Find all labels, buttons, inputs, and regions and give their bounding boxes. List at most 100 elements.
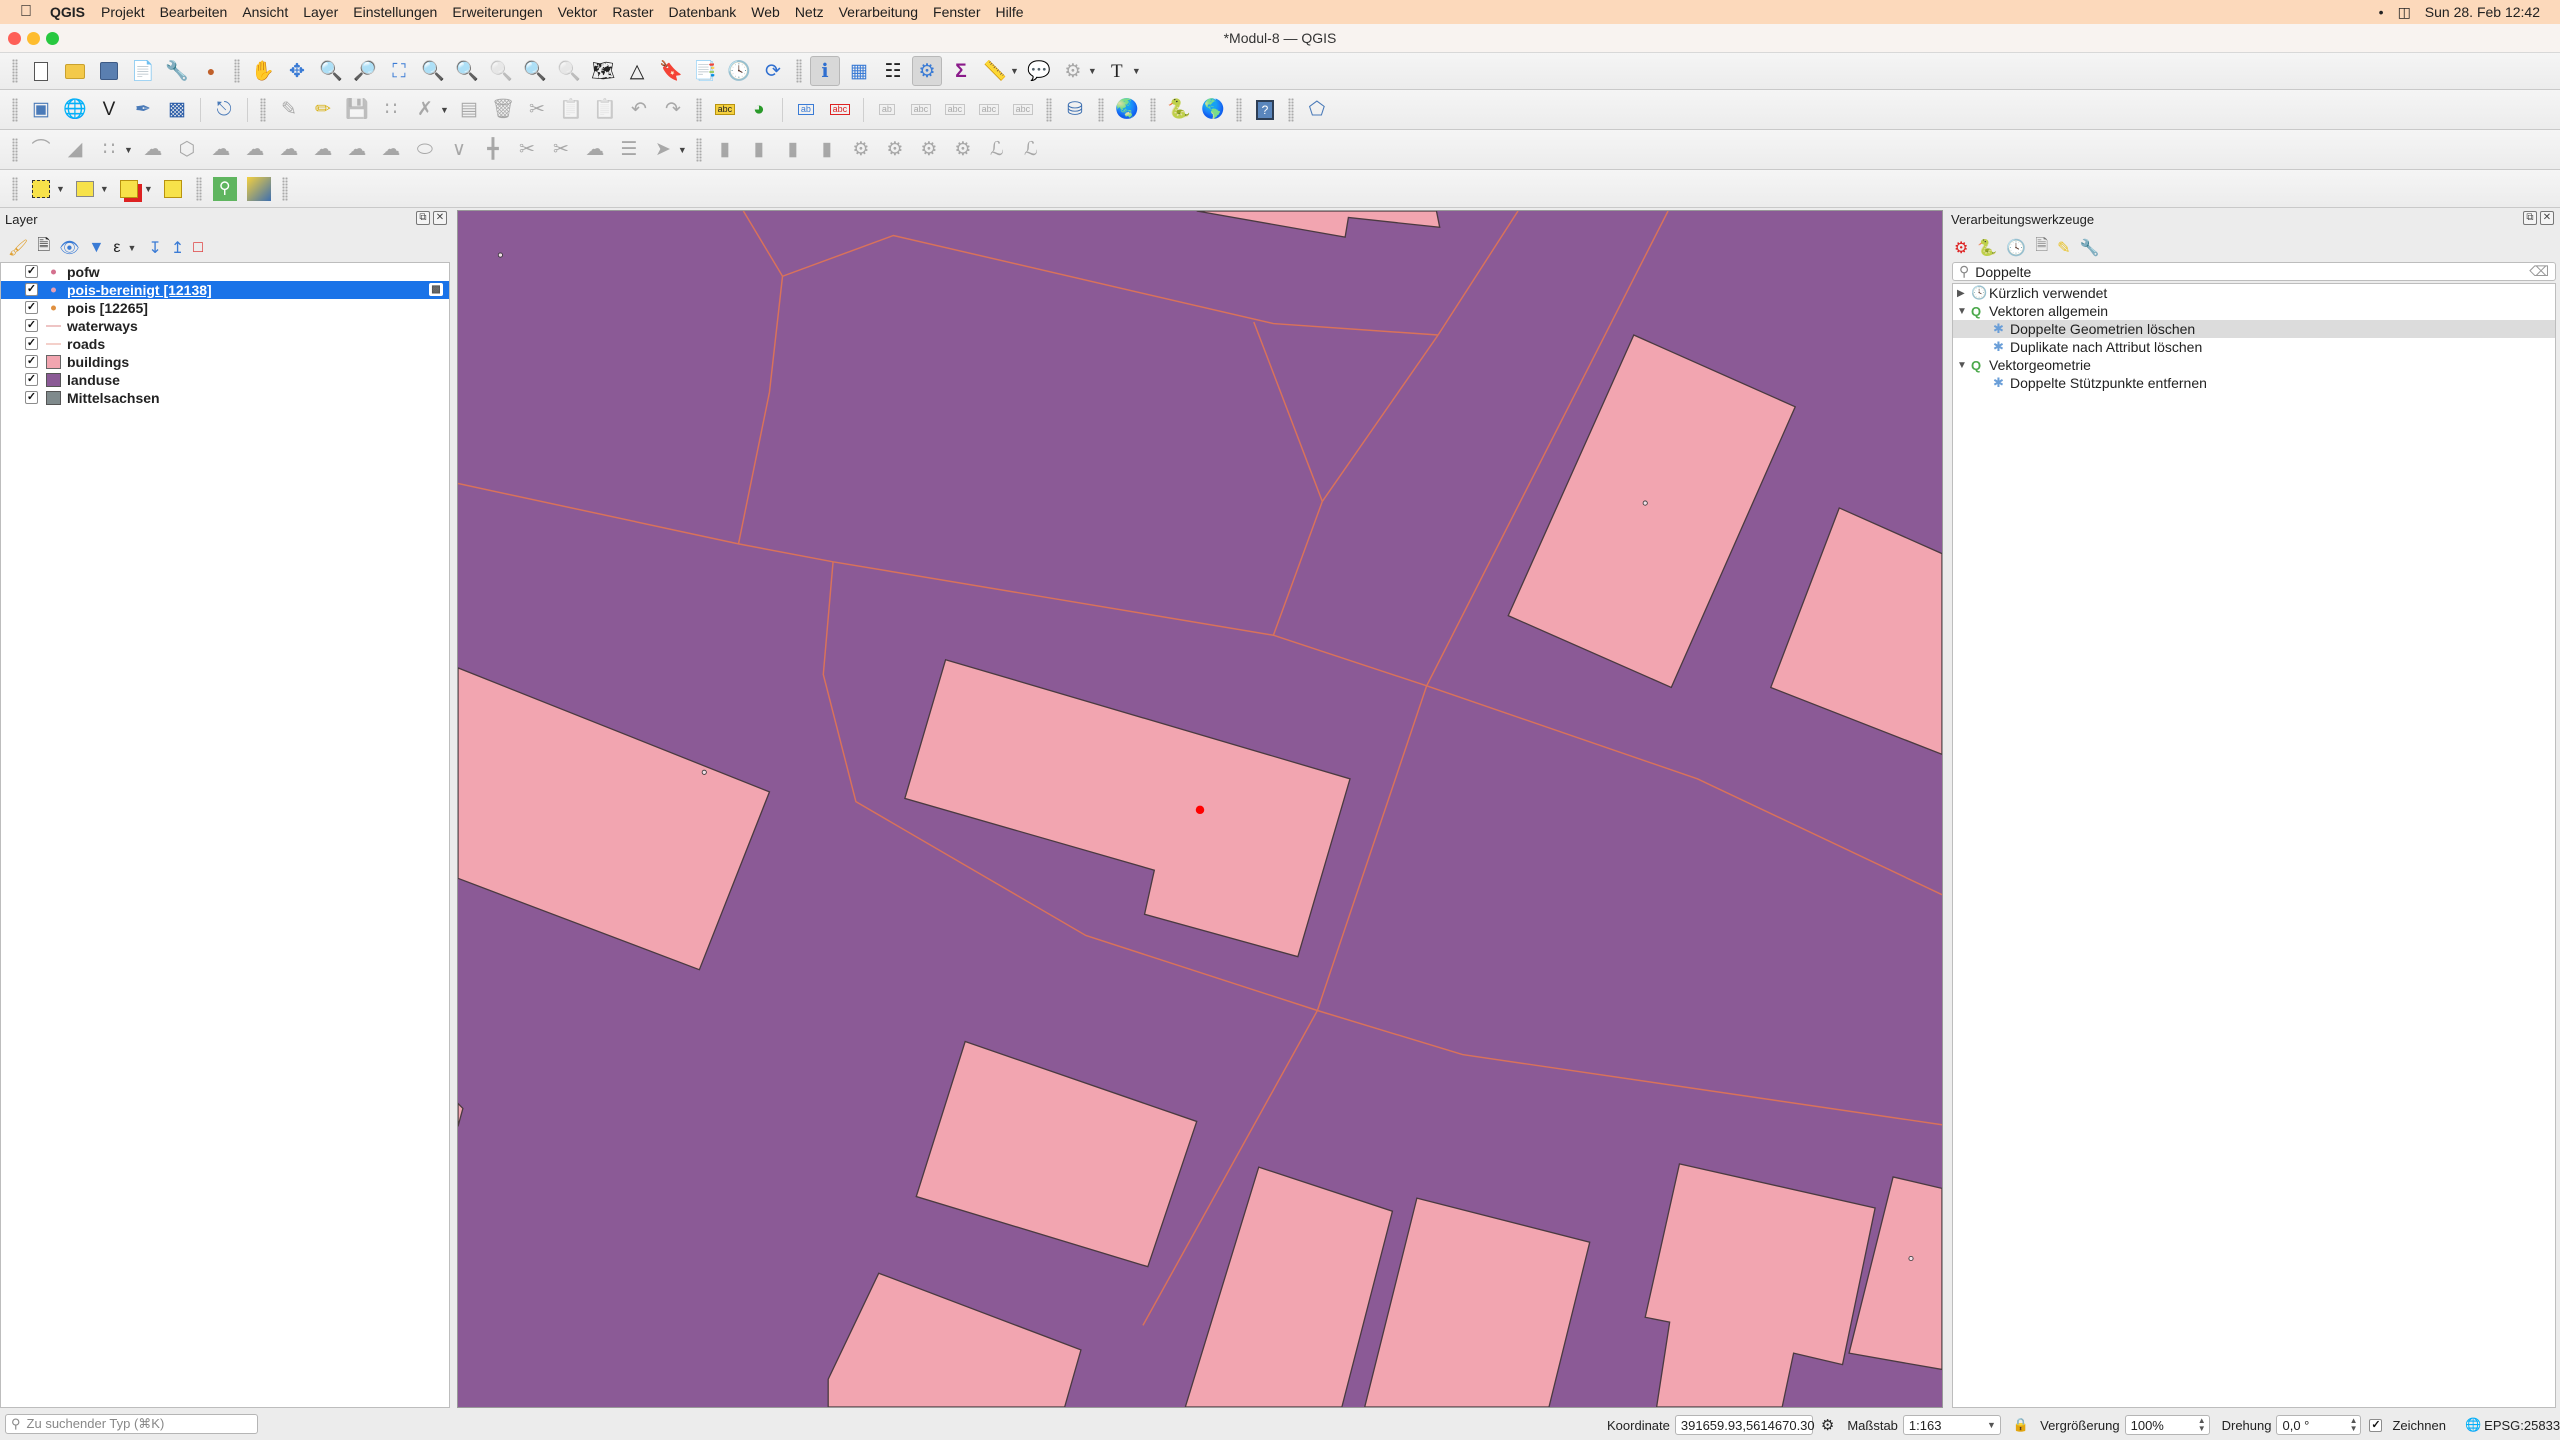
- cut-features-icon[interactable]: ✂: [522, 95, 552, 125]
- osm-place-search-icon[interactable]: 🌎: [1198, 95, 1228, 125]
- tree-item-delete-duplicates-by-attribute[interactable]: ✱ Duplikate nach Attribut löschen: [1953, 338, 2555, 356]
- lock-scale-icon[interactable]: 🔒: [2013, 1417, 2029, 1433]
- expand-arrow-icon[interactable]: ▶: [1957, 288, 1965, 299]
- toolbar-grip[interactable]: [695, 97, 702, 122]
- select-by-value-icon[interactable]: [70, 174, 100, 204]
- scripts-icon[interactable]: 🐍: [1977, 238, 1997, 258]
- shape-digitizing-icon[interactable]: ▮: [778, 135, 808, 165]
- dropdown-arrow-icon[interactable]: ▼: [144, 184, 153, 194]
- copy-features-icon[interactable]: 📋: [556, 95, 586, 125]
- change-label-icon[interactable]: abc: [1008, 95, 1038, 125]
- topology-checker-icon[interactable]: ⬠: [1302, 95, 1332, 125]
- toolbar-grip[interactable]: [195, 176, 202, 201]
- text-annotation-icon[interactable]: T: [1102, 56, 1132, 86]
- toolbar-grip[interactable]: [12, 137, 18, 162]
- layer-row-pois[interactable]: ✓ pois [12265]: [1, 299, 449, 317]
- layer-visibility-checkbox[interactable]: ✓: [25, 355, 38, 368]
- locator-search-icon[interactable]: ⚲: [210, 174, 240, 204]
- toolbar-grip[interactable]: [1045, 97, 1052, 122]
- menu-einstellungen[interactable]: Einstellungen: [353, 4, 437, 20]
- add-ring-icon[interactable]: ☁: [206, 135, 236, 165]
- redo-icon[interactable]: ↷: [658, 95, 688, 125]
- add-group-icon[interactable]: 🗎: [37, 234, 50, 261]
- merge-attributes-icon[interactable]: ☰: [614, 135, 644, 165]
- rectangle-digitizing-icon[interactable]: ⚙: [880, 135, 910, 165]
- collapse-arrow-icon[interactable]: ▼: [1957, 360, 1967, 371]
- pin-labels-icon[interactable]: ab: [872, 95, 902, 125]
- close-panel-icon[interactable]: ✕: [433, 211, 447, 225]
- locator-search-input[interactable]: ⚲ Zu suchender Typ (⌘K): [5, 1414, 258, 1434]
- filter-by-expression-icon[interactable]: ε: [113, 239, 120, 257]
- show-hide-labels-icon[interactable]: abc: [906, 95, 936, 125]
- simplify-feature-icon[interactable]: ⬡: [172, 135, 202, 165]
- db-manager-icon[interactable]: ⛁: [1060, 95, 1090, 125]
- manage-map-themes-icon[interactable]: 👁: [59, 238, 79, 258]
- zoom-full-icon[interactable]: ⛶: [384, 56, 414, 86]
- current-edits-icon[interactable]: ✎: [274, 95, 304, 125]
- menu-layer[interactable]: Layer: [303, 4, 338, 20]
- zoom-in-icon[interactable]: 🔍: [316, 56, 346, 86]
- filter-legend-icon[interactable]: ▼: [89, 239, 105, 257]
- layer-row-pofw[interactable]: ✓ pofw: [1, 263, 449, 281]
- rotate-label-icon[interactable]: abc: [974, 95, 1004, 125]
- snapping-icon[interactable]: ▮: [744, 135, 774, 165]
- dropdown-arrow-icon[interactable]: ▼: [678, 145, 687, 155]
- menu-hilfe[interactable]: Hilfe: [995, 4, 1023, 20]
- regular-polygon-icon[interactable]: ⚙: [948, 135, 978, 165]
- trim-extend-icon[interactable]: ╋: [478, 135, 508, 165]
- menu-vektor[interactable]: Vektor: [558, 4, 598, 20]
- map-styling-icon[interactable]: [244, 174, 274, 204]
- zoom-last-icon[interactable]: 🔍: [520, 56, 550, 86]
- layer-row-landuse[interactable]: ✓ landuse: [1, 371, 449, 389]
- toolbar-grip[interactable]: [260, 97, 266, 122]
- crs-globe-icon[interactable]: 🌐: [2465, 1417, 2481, 1433]
- zoom-to-selection-icon[interactable]: 🔍: [418, 56, 448, 86]
- map-tips-icon[interactable]: 💬: [1024, 56, 1054, 86]
- new-spatialite-layer-icon[interactable]: ✒: [128, 95, 158, 125]
- dropdown-arrow-icon[interactable]: ▼: [127, 243, 136, 253]
- new-map-view-icon[interactable]: 🗺: [588, 56, 618, 86]
- temporal-controller-icon[interactable]: 🕓: [724, 56, 754, 86]
- crs-button[interactable]: EPSG:25833: [2484, 1418, 2560, 1433]
- processing-options-icon[interactable]: 🔧: [2079, 238, 2099, 258]
- chevron-down-icon[interactable]: ▼: [1987, 1420, 1996, 1430]
- add-part-icon[interactable]: ☁: [240, 135, 270, 165]
- processing-toolbox-icon[interactable]: ⚙: [912, 56, 942, 86]
- render-checkbox[interactable]: ✓: [2369, 1418, 2383, 1432]
- collapse-all-icon[interactable]: ↥: [171, 238, 184, 258]
- toggle-extents-icon[interactable]: ⚙: [1821, 1416, 1834, 1434]
- app-menu[interactable]: QGIS: [50, 4, 85, 20]
- new-project-icon[interactable]: [26, 56, 56, 86]
- new-virtual-layer-icon[interactable]: ⎋: [209, 95, 239, 125]
- vertex-select-icon[interactable]: ℒ: [982, 135, 1012, 165]
- toolbar-grip[interactable]: [695, 137, 702, 162]
- layer-row-mittelsachsen[interactable]: ✓ Mittelsachsen: [1, 389, 449, 407]
- toolbar-grip[interactable]: [1097, 97, 1104, 122]
- processing-search-input[interactable]: ⚲ Doppelte ⌫: [1952, 262, 2556, 281]
- rotate-point-symbols-icon[interactable]: ➤: [648, 135, 678, 165]
- float-panel-icon[interactable]: ⧉: [416, 211, 430, 225]
- layer-row-buildings[interactable]: ✓ buildings: [1, 353, 449, 371]
- select-by-location-icon[interactable]: ⚙: [1058, 56, 1088, 86]
- edit-features-in-place-icon[interactable]: ✎: [2057, 238, 2070, 258]
- attribute-table-icon[interactable]: ▦: [844, 56, 874, 86]
- dropdown-arrow-icon[interactable]: ▼: [124, 145, 133, 155]
- close-panel-icon[interactable]: ✕: [2540, 211, 2554, 225]
- metasearch-icon[interactable]: 🌏: [1112, 95, 1142, 125]
- highlight-pinned-labels-icon[interactable]: ab: [791, 95, 821, 125]
- split-features-icon[interactable]: ✂: [512, 135, 542, 165]
- rotate-feature-icon[interactable]: ☁: [138, 135, 168, 165]
- style-manager-icon[interactable]: ●: [196, 56, 226, 86]
- menu-erweiterungen[interactable]: Erweiterungen: [452, 4, 542, 20]
- field-calculator-icon[interactable]: Σ: [946, 56, 976, 86]
- pan-hand-icon[interactable]: ✋: [248, 56, 278, 86]
- refresh-icon[interactable]: ⟳: [758, 56, 788, 86]
- poi-point[interactable]: [497, 252, 503, 258]
- reverse-line-icon[interactable]: ∨: [444, 135, 474, 165]
- layer-row-roads[interactable]: ✓ roads: [1, 335, 449, 353]
- scale-combobox[interactable]: 1:163 ▼: [1902, 1415, 2001, 1435]
- move-label-icon[interactable]: abc: [940, 95, 970, 125]
- digitize-point-icon[interactable]: ∷: [376, 95, 406, 125]
- new-print-layout-icon[interactable]: 📄: [128, 56, 158, 86]
- digitize-curve-icon[interactable]: ⌒: [26, 135, 56, 165]
